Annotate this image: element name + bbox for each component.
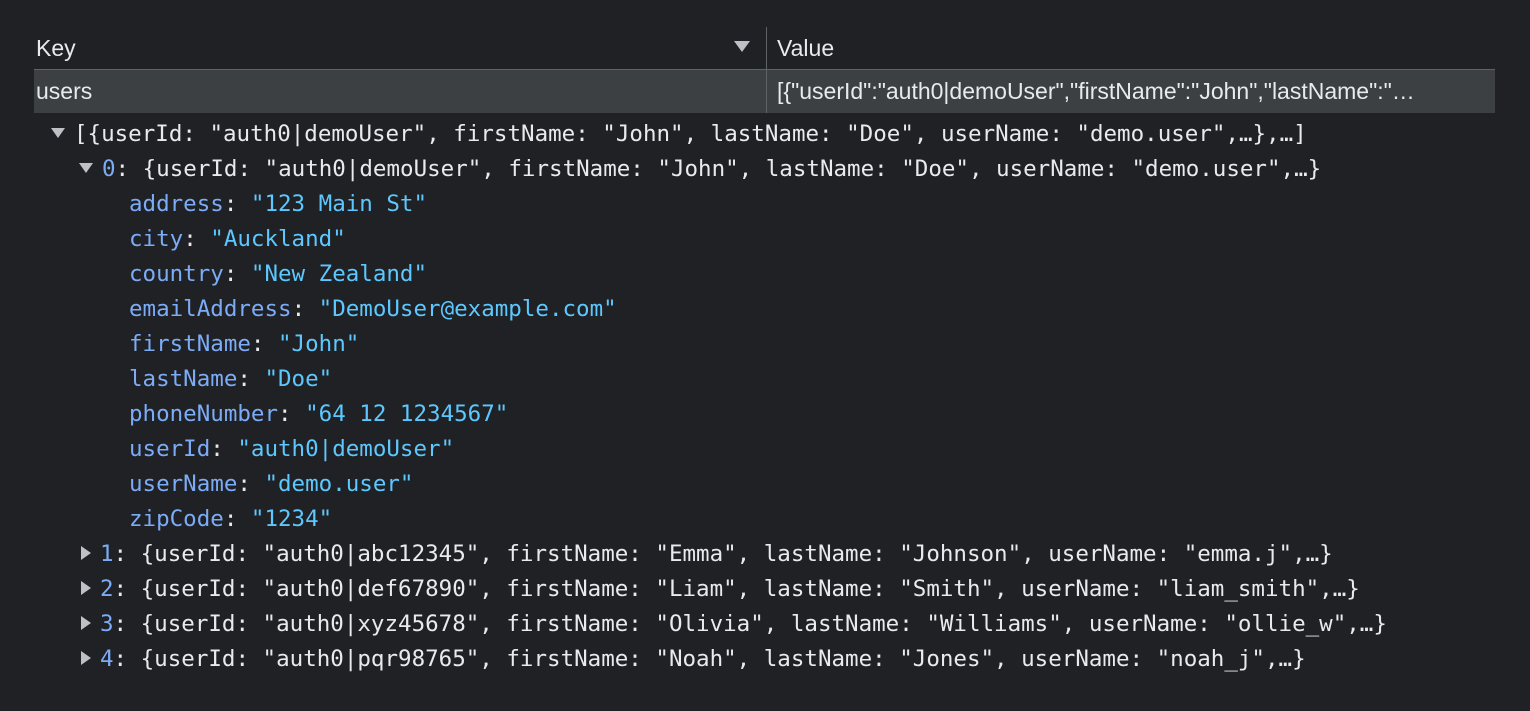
tree-item-1[interactable]: 1: {userId: "auth0|abc12345", firstName:… bbox=[0, 537, 1530, 572]
property-value: "New Zealand" bbox=[250, 261, 428, 287]
item-summary: {userId: "auth0|pqr98765", firstName: "N… bbox=[140, 646, 1306, 672]
property-key: userName bbox=[129, 471, 238, 497]
expand-right-icon[interactable] bbox=[81, 580, 91, 595]
value-column-header[interactable]: Value bbox=[766, 27, 1495, 69]
tree-property-lastName[interactable]: lastName: "Doe" bbox=[0, 362, 1530, 397]
item-index: 4 bbox=[100, 646, 114, 672]
tree-property-address[interactable]: address: "123 Main St" bbox=[0, 187, 1530, 222]
key-header-label: Key bbox=[36, 34, 76, 61]
property-key: address bbox=[129, 191, 224, 217]
tree-property-zipCode[interactable]: zipCode: "1234" bbox=[0, 502, 1530, 537]
item-summary: {userId: "auth0|demoUser", firstName: "J… bbox=[142, 156, 1322, 182]
expand-right-icon[interactable] bbox=[81, 650, 91, 665]
item-summary: {userId: "auth0|abc12345", firstName: "E… bbox=[140, 541, 1333, 567]
value-header-label: Value bbox=[777, 34, 835, 61]
expand-right-icon[interactable] bbox=[81, 545, 91, 560]
property-key: userId bbox=[129, 436, 211, 462]
table-header: Key Value bbox=[34, 27, 1495, 70]
tree-property-city[interactable]: city: "Auckland" bbox=[0, 222, 1530, 257]
property-value: "Auckland" bbox=[210, 226, 346, 252]
item-index: 1 bbox=[100, 541, 114, 567]
property-key: lastName bbox=[129, 366, 238, 392]
row-key-cell[interactable]: users bbox=[34, 70, 766, 113]
sort-descending-icon[interactable] bbox=[734, 41, 750, 52]
row-value-cell[interactable]: [{"userId":"auth0|demoUser","firstName":… bbox=[766, 70, 1495, 113]
item-index: 3 bbox=[100, 611, 114, 637]
tree-property-userId[interactable]: userId: "auth0|demoUser" bbox=[0, 432, 1530, 467]
tree-property-firstName[interactable]: firstName: "John" bbox=[0, 327, 1530, 362]
property-value: "64 12 1234567" bbox=[305, 401, 509, 427]
property-key: country bbox=[129, 261, 224, 287]
property-value: "DemoUser@example.com" bbox=[318, 296, 617, 322]
row-key-text: users bbox=[36, 78, 93, 104]
table-row[interactable]: users [{"userId":"auth0|demoUser","first… bbox=[34, 70, 1495, 113]
item-summary: {userId: "auth0|xyz45678", firstName: "O… bbox=[140, 611, 1387, 637]
key-column-header[interactable]: Key bbox=[34, 27, 766, 69]
json-tree-view: [{userId: "auth0|demoUser", firstName: "… bbox=[0, 117, 1530, 677]
property-key: phoneNumber bbox=[129, 401, 279, 427]
property-value: "auth0|demoUser" bbox=[237, 436, 455, 462]
tree-property-country[interactable]: country: "New Zealand" bbox=[0, 257, 1530, 292]
tree-root-node[interactable]: [{userId: "auth0|demoUser", firstName: "… bbox=[0, 117, 1530, 152]
item-summary: {userId: "auth0|def67890", firstName: "L… bbox=[140, 576, 1360, 602]
root-summary: [{userId: "auth0|demoUser", firstName: "… bbox=[74, 121, 1307, 147]
tree-item-3[interactable]: 3: {userId: "auth0|xyz45678", firstName:… bbox=[0, 607, 1530, 642]
item-index: 2 bbox=[100, 576, 114, 602]
tree-item-0[interactable]: 0: {userId: "auth0|demoUser", firstName:… bbox=[0, 152, 1530, 187]
expand-right-icon[interactable] bbox=[81, 615, 91, 630]
tree-item-2[interactable]: 2: {userId: "auth0|def67890", firstName:… bbox=[0, 572, 1530, 607]
expand-down-icon[interactable] bbox=[79, 162, 93, 173]
tree-item-4[interactable]: 4: {userId: "auth0|pqr98765", firstName:… bbox=[0, 642, 1530, 677]
storage-table: Key Value users [{"userId":"auth0|demoUs… bbox=[34, 27, 1495, 113]
property-value: "demo.user" bbox=[264, 471, 414, 497]
item-index: 0 bbox=[102, 156, 116, 182]
property-key: emailAddress bbox=[129, 296, 292, 322]
property-key: firstName bbox=[129, 331, 251, 357]
tree-property-phoneNumber[interactable]: phoneNumber: "64 12 1234567" bbox=[0, 397, 1530, 432]
property-key: city bbox=[129, 226, 184, 252]
expand-down-icon[interactable] bbox=[51, 127, 65, 138]
property-value: "Doe" bbox=[264, 366, 333, 392]
property-value: "123 Main St" bbox=[250, 191, 428, 217]
tree-property-userName[interactable]: userName: "demo.user" bbox=[0, 467, 1530, 502]
row-value-text: [{"userId":"auth0|demoUser","firstName":… bbox=[777, 78, 1415, 104]
tree-property-emailAddress[interactable]: emailAddress: "DemoUser@example.com" bbox=[0, 292, 1530, 327]
property-value: "John" bbox=[278, 331, 360, 357]
property-value: "1234" bbox=[250, 506, 333, 532]
property-key: zipCode bbox=[129, 506, 224, 532]
